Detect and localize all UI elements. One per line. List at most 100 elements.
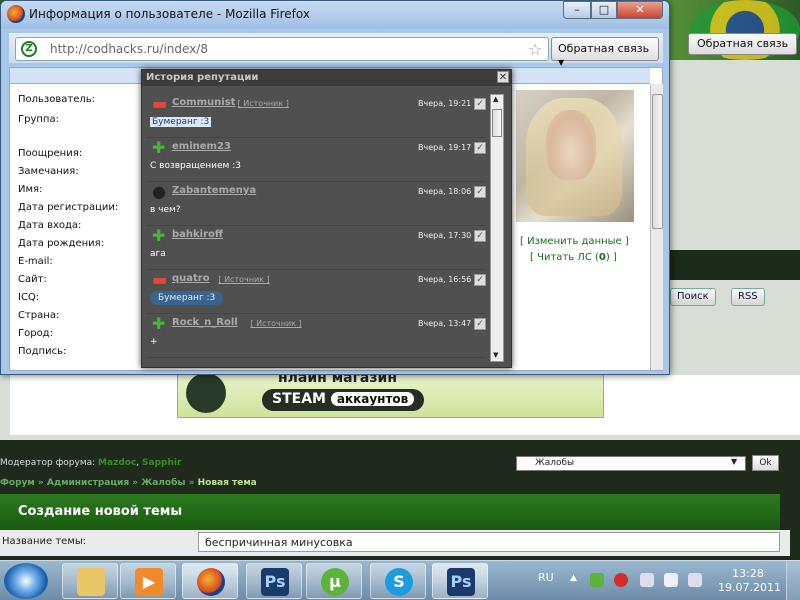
reputation-time: Вчера, 13:47 [418, 319, 472, 328]
reputation-user-link[interactable]: quatro [172, 273, 210, 284]
reputation-source-link[interactable]: Источник [218, 275, 269, 284]
popup-scrollbar[interactable]: ▲ ▼ [490, 94, 504, 362]
steam-shop-banner[interactable]: нлайн магазин STEAM аккаунтов [177, 368, 604, 418]
url-text: http://codhacks.ru/index/8 [50, 42, 208, 56]
site-dark-band [670, 250, 800, 280]
category-select-value: Жалобы [535, 458, 575, 468]
close-button[interactable]: ✕ [617, 1, 663, 19]
profile-field-label: Дата входа: [18, 220, 82, 231]
reputation-user-link[interactable]: Communist [172, 97, 235, 108]
reputation-entry: ● Zabantemenya Вчера, 18:06 ✓ в чем? [146, 182, 486, 226]
profile-field-label: Страна: [18, 310, 60, 321]
reputation-user-link[interactable]: eminem23 [172, 141, 231, 152]
steam-logo-icon [186, 373, 226, 413]
breadcrumb-link[interactable]: Администрация [47, 478, 129, 488]
bookmark-star-icon[interactable]: ☆ [528, 40, 542, 59]
scroll-down-arrow-icon[interactable]: ▼ [493, 351, 498, 359]
plus-icon: ✚ [152, 314, 166, 333]
feedback-button[interactable]: Обратная связь ▼ [551, 37, 659, 67]
taskbar-photoshop[interactable]: Ps [432, 563, 488, 599]
bg-feedback-button[interactable]: Обратная связь [688, 33, 798, 55]
window-titlebar[interactable]: Информация о пользователе - Mozilla Fire… [1, 1, 669, 29]
taskbar-media-player[interactable]: ▶ [120, 563, 176, 599]
tray-expand-icon[interactable]: ▲ [570, 573, 577, 583]
moderator-line: Модератор форума: Mazdoc, Sapphir [0, 458, 182, 468]
taskbar-explorer[interactable] [62, 563, 118, 599]
checkmark-icon[interactable]: ✓ [474, 318, 486, 330]
site-favicon-icon: Z [21, 41, 37, 57]
steam-sub-word: аккаунтов [330, 392, 415, 406]
taskbar-photoshop[interactable]: Ps [246, 563, 302, 599]
show-desktop-button[interactable] [786, 561, 800, 600]
taskbar-firefox[interactable] [182, 563, 238, 599]
volume-icon[interactable] [688, 573, 702, 587]
photoshop-icon: Ps [261, 568, 289, 596]
profile-field-label: E-mail: [18, 256, 53, 267]
checkmark-icon[interactable]: ✓ [474, 274, 486, 286]
search-button[interactable]: Поиск [670, 288, 716, 306]
profile-field-label: Дата регистрации: [18, 202, 119, 213]
reputation-time: Вчера, 18:06 [418, 187, 472, 196]
read-pm-link[interactable]: Читать ЛС [537, 252, 592, 263]
category-select[interactable]: Жалобы ▼ [516, 456, 746, 471]
topic-name-input[interactable]: беспричинная минусовка [198, 532, 780, 552]
breadcrumb-link[interactable]: Жалобы [141, 478, 185, 488]
blocked-tray-icon[interactable] [614, 573, 628, 587]
taskbar-skype[interactable]: S [370, 563, 426, 599]
moderator-link[interactable]: Mazdoc [98, 458, 136, 468]
popup-close-icon[interactable]: ✕ [497, 71, 509, 83]
taskbar-utorrent[interactable]: µ [306, 563, 362, 599]
popup-scrollbar-thumb[interactable] [492, 109, 502, 137]
chat-tray-icon[interactable] [590, 573, 604, 587]
reputation-message: С возвращением :3 [150, 161, 241, 171]
breadcrumb-current: Новая тема [197, 478, 257, 488]
system-clock[interactable]: 13:28 19.07.2011 [718, 567, 781, 595]
reputation-user-link[interactable]: Rock_n_Roll [172, 317, 238, 328]
clock-date: 19.07.2011 [718, 581, 781, 594]
reputation-message: Бумеранг :3 [150, 291, 224, 305]
flag-icon[interactable] [664, 573, 678, 587]
reputation-user-link[interactable]: Zabantemenya [172, 185, 256, 196]
checkmark-icon[interactable]: ✓ [474, 186, 486, 198]
minimize-button[interactable]: – [563, 1, 591, 19]
checkmark-icon[interactable]: ✓ [474, 98, 486, 110]
reputation-entry: ✚ Rock_n_Roll Источник Вчера, 13:47✓ + [146, 314, 486, 358]
profile-field-label: Группа: [18, 114, 59, 125]
feedback-label: Обратная связь [558, 42, 650, 55]
reputation-time: Вчера, 19:21 [418, 99, 472, 108]
clock-time: 13:28 [732, 567, 764, 580]
plus-icon: ✚ [152, 226, 166, 245]
profile-field-label: Имя: [18, 184, 43, 195]
page-scrollbar[interactable] [650, 84, 663, 370]
reputation-message: Бумеранг :3 [150, 117, 212, 127]
url-bar[interactable]: Z http://codhacks.ru/index/8 ☆ [15, 37, 549, 61]
pm-count: 0 [598, 252, 606, 263]
popup-title: История репутации [142, 70, 511, 86]
ok-button[interactable]: Ok [752, 455, 779, 471]
breadcrumb-link[interactable]: Форум [0, 478, 35, 488]
profile-field-label: Подпись: [18, 346, 67, 357]
moderator-link[interactable]: Sapphir [142, 458, 181, 468]
scroll-up-arrow-icon[interactable]: ▲ [493, 95, 498, 103]
profile-field-label: ICQ: [18, 292, 40, 303]
profile-field-label: Пользователь: [18, 94, 96, 105]
firefox-icon [197, 568, 225, 596]
reputation-user-link[interactable]: bahkiroff [172, 229, 223, 240]
network-icon[interactable] [640, 573, 654, 587]
reputation-source-link[interactable]: Источник [238, 99, 289, 108]
reputation-entry: ✚ bahkiroff Вчера, 17:30 ✓ ага [146, 226, 486, 270]
edit-profile-link[interactable]: Изменить данные [527, 236, 622, 247]
checkmark-icon[interactable]: ✓ [474, 230, 486, 242]
chevron-down-icon: ▼ [558, 58, 565, 67]
checkmark-icon[interactable]: ✓ [474, 142, 486, 154]
page-scrollbar-thumb[interactable] [652, 94, 663, 229]
folder-icon [77, 568, 105, 596]
reputation-source-link[interactable]: Источник [250, 319, 301, 328]
rss-button[interactable]: RSS [731, 288, 765, 306]
user-avatar [516, 90, 634, 222]
maximize-button[interactable]: □ [591, 1, 617, 19]
start-button[interactable] [4, 563, 48, 599]
reputation-entry: ▬ quatro Источник Вчера, 16:56✓ Бумеранг :3 [146, 270, 486, 314]
language-indicator[interactable]: RU [538, 571, 554, 584]
reputation-time: Вчера, 17:30 [418, 231, 472, 240]
